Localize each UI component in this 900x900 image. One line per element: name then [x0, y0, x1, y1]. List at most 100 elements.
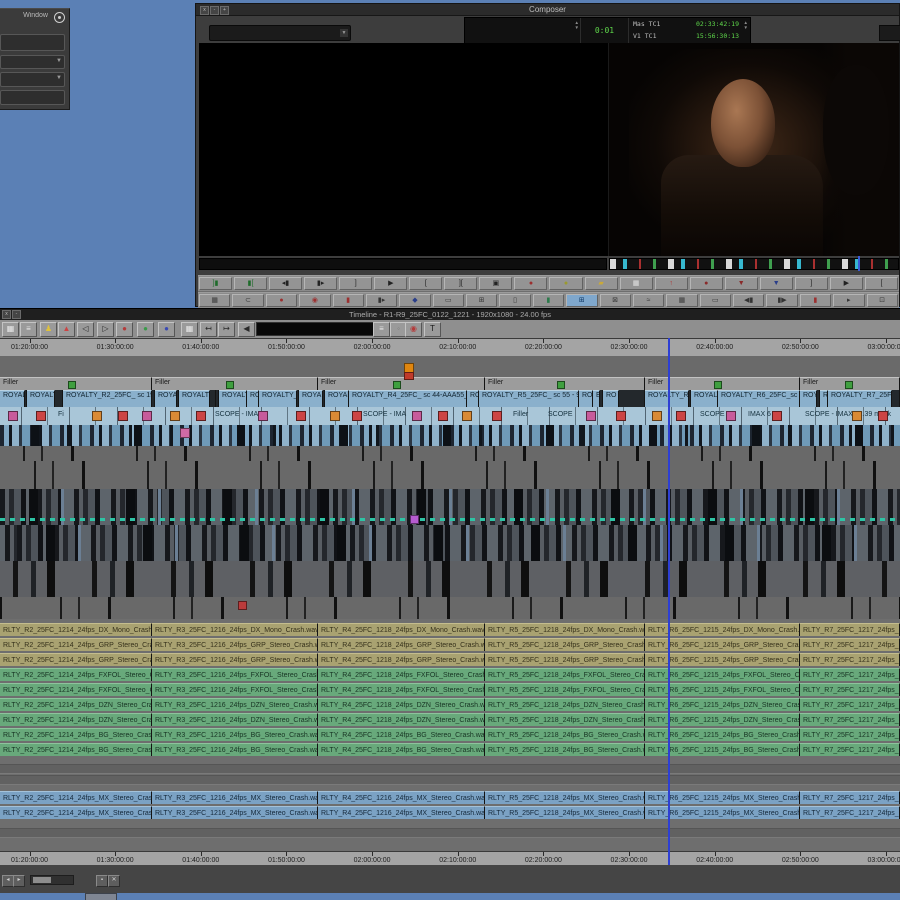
effect-icon[interactable]: [352, 411, 362, 421]
record-button[interactable]: ●: [514, 277, 547, 290]
royalty-clip[interactable]: ROYALTY_R7_25FC: [828, 390, 892, 407]
royalty-clip[interactable]: ROYA: [299, 390, 323, 407]
trim-right-icon[interactable]: ▷: [97, 322, 114, 337]
dot-blue-icon[interactable]: ●: [158, 322, 175, 337]
text-tool-icon[interactable]: T: [424, 322, 441, 337]
audio-clip[interactable]: RLTY_R3_25FC_1216_24fps_BG_Stereo_Crash.…: [152, 743, 318, 756]
audio-clip[interactable]: RLTY_R2_25FC_1214_24fps_BG_Stereo_Crash.…: [0, 743, 152, 756]
audio-clip[interactable]: RLTY_R7_25FC_1217_24fps_FXFOL_Stereo_Cra…: [800, 683, 900, 696]
audio-clip[interactable]: RLTY_R4_25FC_1218_24fps_DX_Mono_Crash.wa…: [318, 623, 485, 636]
dot-red-2-button[interactable]: ◉: [299, 294, 330, 307]
timeline-fast-menu-icon[interactable]: ▦: [2, 322, 19, 337]
royalty-clip[interactable]: RC: [247, 390, 259, 407]
effect-icon[interactable]: [258, 411, 268, 421]
smart-tool-arrow-icon[interactable]: ♟: [40, 322, 57, 337]
royalty-clip[interactable]: ROYAL: [0, 390, 25, 407]
audio-clip[interactable]: RLTY_R3_25FC_1216_24fps_MX_Stereo_Crash.…: [152, 791, 318, 804]
spinner-carets-icon[interactable]: ▲▼: [575, 20, 579, 30]
audio-clip[interactable]: RLTY_R5_25FC_1218_24fps_DX_Mono_Crash.wa…: [485, 623, 645, 636]
speaker-icon[interactable]: ◀: [238, 322, 255, 337]
royalty-clip[interactable]: ROYALTY_R6_25FC_sc 90: [718, 390, 800, 407]
link-button[interactable]: ⊂: [232, 294, 263, 307]
effect-icon[interactable]: [142, 411, 152, 421]
audio-clip[interactable]: RLTY_R3_25FC_1216_24fps_FXFOL_Stereo_Cra…: [152, 683, 318, 696]
smart-tool-alert-icon[interactable]: ▲: [58, 322, 75, 337]
audio-clip[interactable]: RLTY_R4_25FC_1218_24fps_DZN_Stereo_Crash…: [318, 698, 485, 711]
filler-clip[interactable]: Filler: [0, 377, 152, 390]
effect-icon[interactable]: [92, 411, 102, 421]
go-to-out-button[interactable]: ]: [339, 277, 372, 290]
empty-audio-track-2[interactable]: [0, 775, 900, 785]
go-to-prev-button[interactable]: [: [865, 277, 898, 290]
desktop-taskbar-item[interactable]: [85, 893, 117, 900]
minimize-icon[interactable]: -: [12, 310, 21, 319]
composer-right-menu[interactable]: [879, 25, 900, 41]
chevron-down-icon[interactable]: ▼: [340, 29, 348, 37]
audio-clip[interactable]: RLTY_R4_25FC_1218_24fps_BG_Stereo_Crash.…: [318, 728, 485, 741]
audio-clip[interactable]: RLTY_R4_25FC_1218_24fps_GRP_Stereo_Crash…: [318, 653, 485, 666]
royalty-clip[interactable]: ROYALTY_R6: [645, 390, 689, 407]
close-icon[interactable]: x: [2, 310, 11, 319]
mark-in-button[interactable]: ]▮: [199, 277, 232, 290]
grid-3-button[interactable]: ⊞: [466, 294, 497, 307]
audio-clip[interactable]: RLTY_R5_25FC_1218_24fps_MX_Stereo_Crash.…: [485, 791, 645, 804]
audio-clip[interactable]: RLTY_R5_25FC_1218_24fps_GRP_Stereo_Crash…: [485, 653, 645, 666]
effect-icon[interactable]: [36, 411, 46, 421]
grid-button[interactable]: ▦: [620, 277, 653, 290]
composer-playhead[interactable]: [858, 256, 860, 271]
audio-clip[interactable]: RLTY_R2_25FC_1214_24fps_GRP_Stereo_Crash…: [0, 638, 152, 651]
audio-clip[interactable]: RLTY_R2_25FC_1214_24fps_MX_Stereo_Crash.…: [0, 791, 152, 804]
audio-clip[interactable]: RLTY_R5_25FC_1218_24fps_FXFOL_Stereo_Cra…: [485, 668, 645, 681]
wave-button[interactable]: ≈: [633, 294, 664, 307]
marker-blue-button[interactable]: ▼: [760, 277, 793, 290]
audio-clip[interactable]: RLTY_R4_25FC_1218_24fps_BG_Stereo_Crash.…: [318, 743, 485, 756]
audio-clip[interactable]: RLTY_R5_25FC_1218_24fps_BG_Stereo_Crash.…: [485, 743, 645, 756]
filler-clip[interactable]: Filler: [485, 377, 645, 390]
dot-box-button[interactable]: ⊡: [867, 294, 898, 307]
scroll-right-icon[interactable]: ▸: [13, 875, 25, 887]
bin-dropdown-1[interactable]: ▼: [0, 55, 65, 69]
timeline-titlebar[interactable]: x - Timeline - R1-R9_25FC_0122_1221 - 19…: [0, 309, 900, 320]
effect-icon[interactable]: [726, 411, 736, 421]
source-position-bar[interactable]: [199, 258, 607, 270]
effect-icon[interactable]: [412, 411, 422, 421]
effect-icon[interactable]: [772, 411, 782, 421]
audio-clip[interactable]: RLTY_R5_25FC_1218_24fps_GRP_Stereo_Crash…: [485, 638, 645, 651]
audio-clip[interactable]: RLTY_R7_25FC_1217_24fps_DZN_Stereo_Crash…: [800, 698, 900, 711]
play-small-button[interactable]: ▸: [833, 294, 864, 307]
audio-clip[interactable]: RLTY_R2_25FC_1214_24fps_DX_Mono_Crash.wa…: [0, 623, 152, 636]
audio-clip[interactable]: RLTY_R4_25FC_1218_24fps_FXFOL_Stereo_Cra…: [318, 668, 485, 681]
effect-icon[interactable]: [652, 411, 662, 421]
royalty-clip[interactable]: ROYALTY_R2_25FC_ sc 19 -: [63, 390, 152, 407]
audio-clip[interactable]: RLTY_R3_25FC_1216_24fps_DX_Mono_Crash.wa…: [152, 623, 318, 636]
royalty-clip[interactable]: ROYALTY_: [691, 390, 718, 407]
effect-icon[interactable]: [196, 411, 206, 421]
audio-clip[interactable]: RLTY_R2_25FC_1214_24fps_FXFOL_Stereo_Cra…: [0, 668, 152, 681]
play-in-out-button[interactable]: ][: [444, 277, 477, 290]
menu-icon[interactable]: ≡: [373, 322, 390, 337]
marker-yellow-button[interactable]: ●: [549, 277, 582, 290]
timeline-ruler-top[interactable]: 01:20:00:0001:30:00:0001:40:00:0001:50:0…: [0, 338, 900, 357]
royalty-clip[interactable]: ROY: [579, 390, 593, 407]
effect-icon[interactable]: [676, 411, 686, 421]
royalty-clip[interactable]: RO: [603, 390, 619, 407]
record-icon[interactable]: ◉: [405, 322, 422, 337]
filler-clip[interactable]: Filler: [152, 377, 318, 390]
audio-clip[interactable]: RLTY_R7_25FC_1217_24fps_BG_Stereo_Crash.…: [800, 743, 900, 756]
audio-clip[interactable]: RLTY_R4_25FC_1218_24fps_GRP_Stereo_Crash…: [318, 638, 485, 651]
grid-icon[interactable]: ▦: [181, 322, 198, 337]
close-icon[interactable]: x: [200, 6, 209, 15]
audio-clip[interactable]: RLTY_R5_25FC_1218_24fps_DZN_Stereo_Crash…: [485, 698, 645, 711]
scrollbar-thumb[interactable]: [33, 877, 51, 883]
step-backward-button[interactable]: ◂▮: [269, 277, 302, 290]
audio-clip[interactable]: RLTY_R3_25FC_1216_24fps_BG_Stereo_Crash.…: [152, 728, 318, 741]
royalty-clip[interactable]: ROYALTY: [27, 390, 55, 407]
royalty-clip[interactable]: ROYALTY_R4_25FC_ sc 44-AAA55_122: [349, 390, 467, 407]
audio-clip[interactable]: RLTY_R4_25FC_1216_24fps_MX_Stereo_Crash.…: [318, 806, 485, 819]
audio-clip[interactable]: RLTY_R3_25FC_1216_24fps_GRP_Stereo_Crash…: [152, 653, 318, 666]
gear-icon[interactable]: [54, 12, 65, 23]
dot-green-icon[interactable]: ●: [137, 322, 154, 337]
go-to-in-button[interactable]: [: [409, 277, 442, 290]
audio-clip[interactable]: RLTY_R4_25FC_1216_24fps_MX_Stereo_Crash.…: [318, 791, 485, 804]
royalty-clip[interactable]: R: [820, 390, 828, 407]
